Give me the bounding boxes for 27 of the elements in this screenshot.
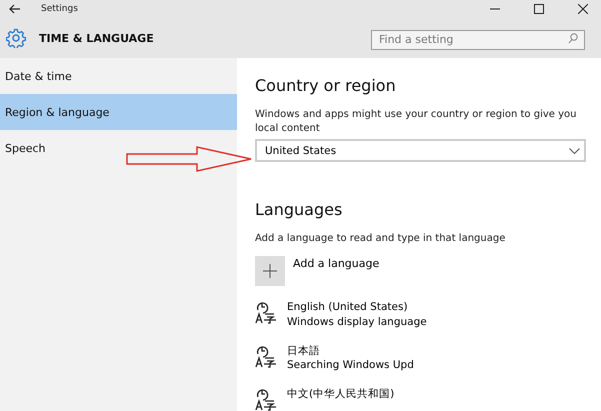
section-heading: Country or region — [255, 76, 397, 95]
search-icon — [568, 33, 578, 44]
language-name: 中文(中华人民共和国) — [287, 387, 394, 402]
page-title: TIME & LANGUAGE — [39, 32, 154, 44]
chevron-down-icon — [569, 148, 580, 154]
language-name: 日本語 — [287, 344, 321, 358]
back-arrow-icon[interactable] — [9, 4, 21, 14]
maximize-icon[interactable] — [534, 4, 544, 14]
add-language-link[interactable]: Add a language — [293, 257, 380, 270]
language-name: English (United States) — [287, 300, 409, 315]
language-status: Searching Windows Upd — [287, 358, 414, 373]
country-dropdown[interactable]: United States — [255, 139, 586, 162]
section-description: Add a language to read and type in that language — [255, 232, 506, 246]
sidebar-item[interactable]: Region & language — [0, 94, 237, 130]
language-icon — [255, 387, 277, 411]
close-icon[interactable] — [578, 4, 588, 14]
window-title: Settings — [41, 4, 78, 14]
language-icon — [255, 344, 277, 368]
language-icon — [255, 300, 277, 324]
section-heading: Languages — [255, 200, 344, 220]
settings-icon — [6, 28, 26, 48]
sidebar-item[interactable]: Date & time — [0, 58, 237, 94]
plus-tile-icon[interactable] — [255, 256, 285, 286]
language-status: Windows display language — [287, 314, 427, 330]
search-field[interactable]: Find a setting — [371, 30, 585, 50]
sidebar-item[interactable]: Speech — [0, 130, 237, 166]
section-description: Windows and apps might use your country or region to give you local content — [255, 108, 578, 136]
